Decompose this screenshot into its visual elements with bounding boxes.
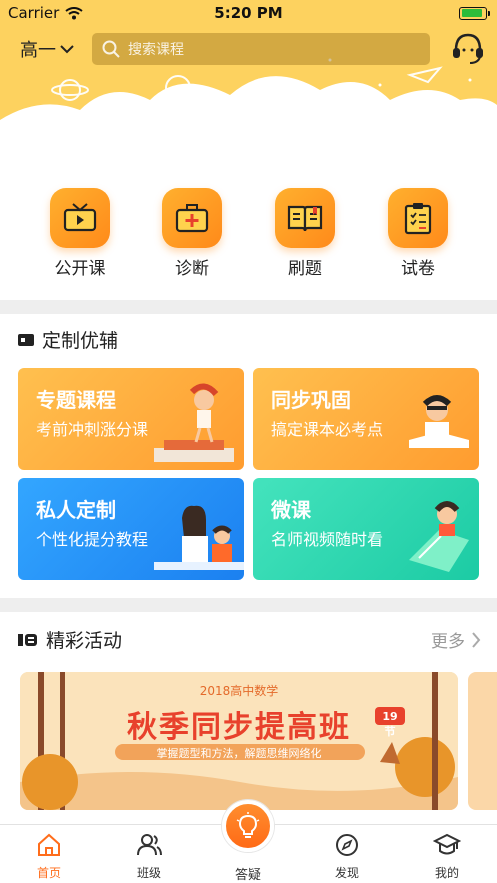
next-banner-peek[interactable] bbox=[468, 672, 497, 810]
tab-qa[interactable]: 答疑 bbox=[213, 860, 283, 883]
section-title: 定制优辅 bbox=[42, 330, 119, 352]
card-micro-course[interactable]: 微课 名师视频随时看 bbox=[253, 478, 479, 580]
hero-header bbox=[0, 0, 497, 180]
tab-label: 班级 bbox=[136, 866, 161, 880]
more-label: 更多 bbox=[431, 632, 465, 652]
card-title: 专题课程 bbox=[36, 388, 116, 412]
card-subtitle: 个性化提分教程 bbox=[36, 530, 149, 549]
quick-entry-public-class[interactable]: 公开课 bbox=[40, 188, 120, 279]
home-icon bbox=[38, 833, 60, 856]
tutor-illustration bbox=[154, 505, 244, 570]
custom-section-header: 定制优辅 bbox=[18, 326, 118, 353]
tv-icon bbox=[50, 188, 110, 248]
activity-banner[interactable]: 2018高中数学 秋季同步提高班 19节 掌握题型和方法，解题思维网络化 bbox=[20, 672, 458, 810]
tab-label: 发现 bbox=[334, 866, 359, 880]
battery-icon bbox=[459, 6, 490, 20]
status-bar: Carrier 5:20 PM bbox=[0, 0, 497, 26]
wifi-icon bbox=[65, 6, 83, 19]
quick-entry-practice[interactable]: 刷题 bbox=[265, 188, 345, 279]
banner-tagline: 掌握题型和方法，解题思维网络化 bbox=[156, 747, 322, 760]
chevron-right-icon bbox=[472, 631, 481, 648]
graduation-cap-icon bbox=[432, 833, 462, 855]
banner-top-line: 2018高中数学 bbox=[199, 684, 279, 698]
tab-discover[interactable]: 发现 bbox=[312, 833, 382, 881]
medical-kit-icon bbox=[162, 188, 222, 248]
card-title: 同步巩固 bbox=[271, 388, 351, 412]
quick-entry-papers[interactable]: 试卷 bbox=[378, 188, 458, 279]
quick-entry-label: 刷题 bbox=[288, 259, 322, 279]
tab-mine[interactable]: 我的 bbox=[412, 833, 482, 881]
search-placeholder: 搜索课程 bbox=[128, 42, 184, 58]
qa-center-button[interactable] bbox=[222, 800, 274, 852]
search-icon bbox=[102, 40, 120, 58]
section-badge-icon bbox=[18, 633, 37, 646]
card-title: 私人定制 bbox=[36, 498, 116, 522]
quick-entry-label: 公开课 bbox=[54, 259, 106, 279]
customer-service-button[interactable] bbox=[450, 30, 486, 70]
section-divider bbox=[0, 300, 497, 314]
card-topic-course[interactable]: 专题课程 考前冲刺涨分课 bbox=[18, 368, 244, 470]
carrier-label: Carrier bbox=[8, 4, 60, 22]
card-sync-review[interactable]: 同步巩固 搞定课本必考点 bbox=[253, 368, 479, 470]
section-divider bbox=[0, 598, 497, 612]
lightbulb-icon bbox=[236, 812, 260, 838]
card-private-custom[interactable]: 私人定制 个性化提分教程 bbox=[18, 478, 244, 580]
tab-home[interactable]: 首页 bbox=[14, 833, 84, 881]
tab-label: 我的 bbox=[434, 866, 459, 880]
clipboard-checklist-icon bbox=[388, 188, 448, 248]
open-book-icon bbox=[275, 188, 335, 248]
activity-section-header: 精彩活动 bbox=[18, 626, 122, 653]
card-subtitle: 搞定课本必考点 bbox=[271, 420, 384, 439]
card-subtitle: 名师视频随时看 bbox=[271, 530, 384, 549]
battery-level bbox=[461, 9, 483, 17]
search-input[interactable]: 搜索课程 bbox=[92, 33, 430, 65]
student-reading-illustration bbox=[409, 395, 469, 448]
chevron-down-icon bbox=[60, 45, 74, 54]
compass-icon bbox=[336, 834, 358, 856]
quick-entry-bar: 公开课 诊断 刷题 试卷 bbox=[0, 180, 497, 300]
card-subtitle: 考前冲刺涨分课 bbox=[36, 420, 149, 439]
quick-entry-label: 诊断 bbox=[175, 259, 209, 279]
section-title: 精彩活动 bbox=[46, 630, 123, 652]
hero-illustration bbox=[0, 58, 497, 180]
student-book-illustration bbox=[409, 501, 469, 572]
grade-selector[interactable]: 高一 bbox=[20, 36, 74, 62]
quick-entry-label: 试卷 bbox=[401, 259, 435, 279]
tab-label: 答疑 bbox=[234, 868, 261, 883]
student-illustration bbox=[154, 383, 234, 462]
headset-icon bbox=[453, 33, 483, 64]
grade-label: 高一 bbox=[20, 40, 56, 61]
tab-label: 首页 bbox=[36, 866, 61, 880]
users-icon bbox=[137, 834, 162, 856]
card-title: 微课 bbox=[271, 498, 311, 522]
banner-badge: 19节 bbox=[382, 710, 398, 738]
section-badge-icon bbox=[18, 333, 34, 346]
quick-entry-diagnosis[interactable]: 诊断 bbox=[152, 188, 232, 279]
tab-class[interactable]: 班级 bbox=[114, 833, 184, 881]
more-activities-link[interactable]: 更多 bbox=[431, 627, 481, 652]
